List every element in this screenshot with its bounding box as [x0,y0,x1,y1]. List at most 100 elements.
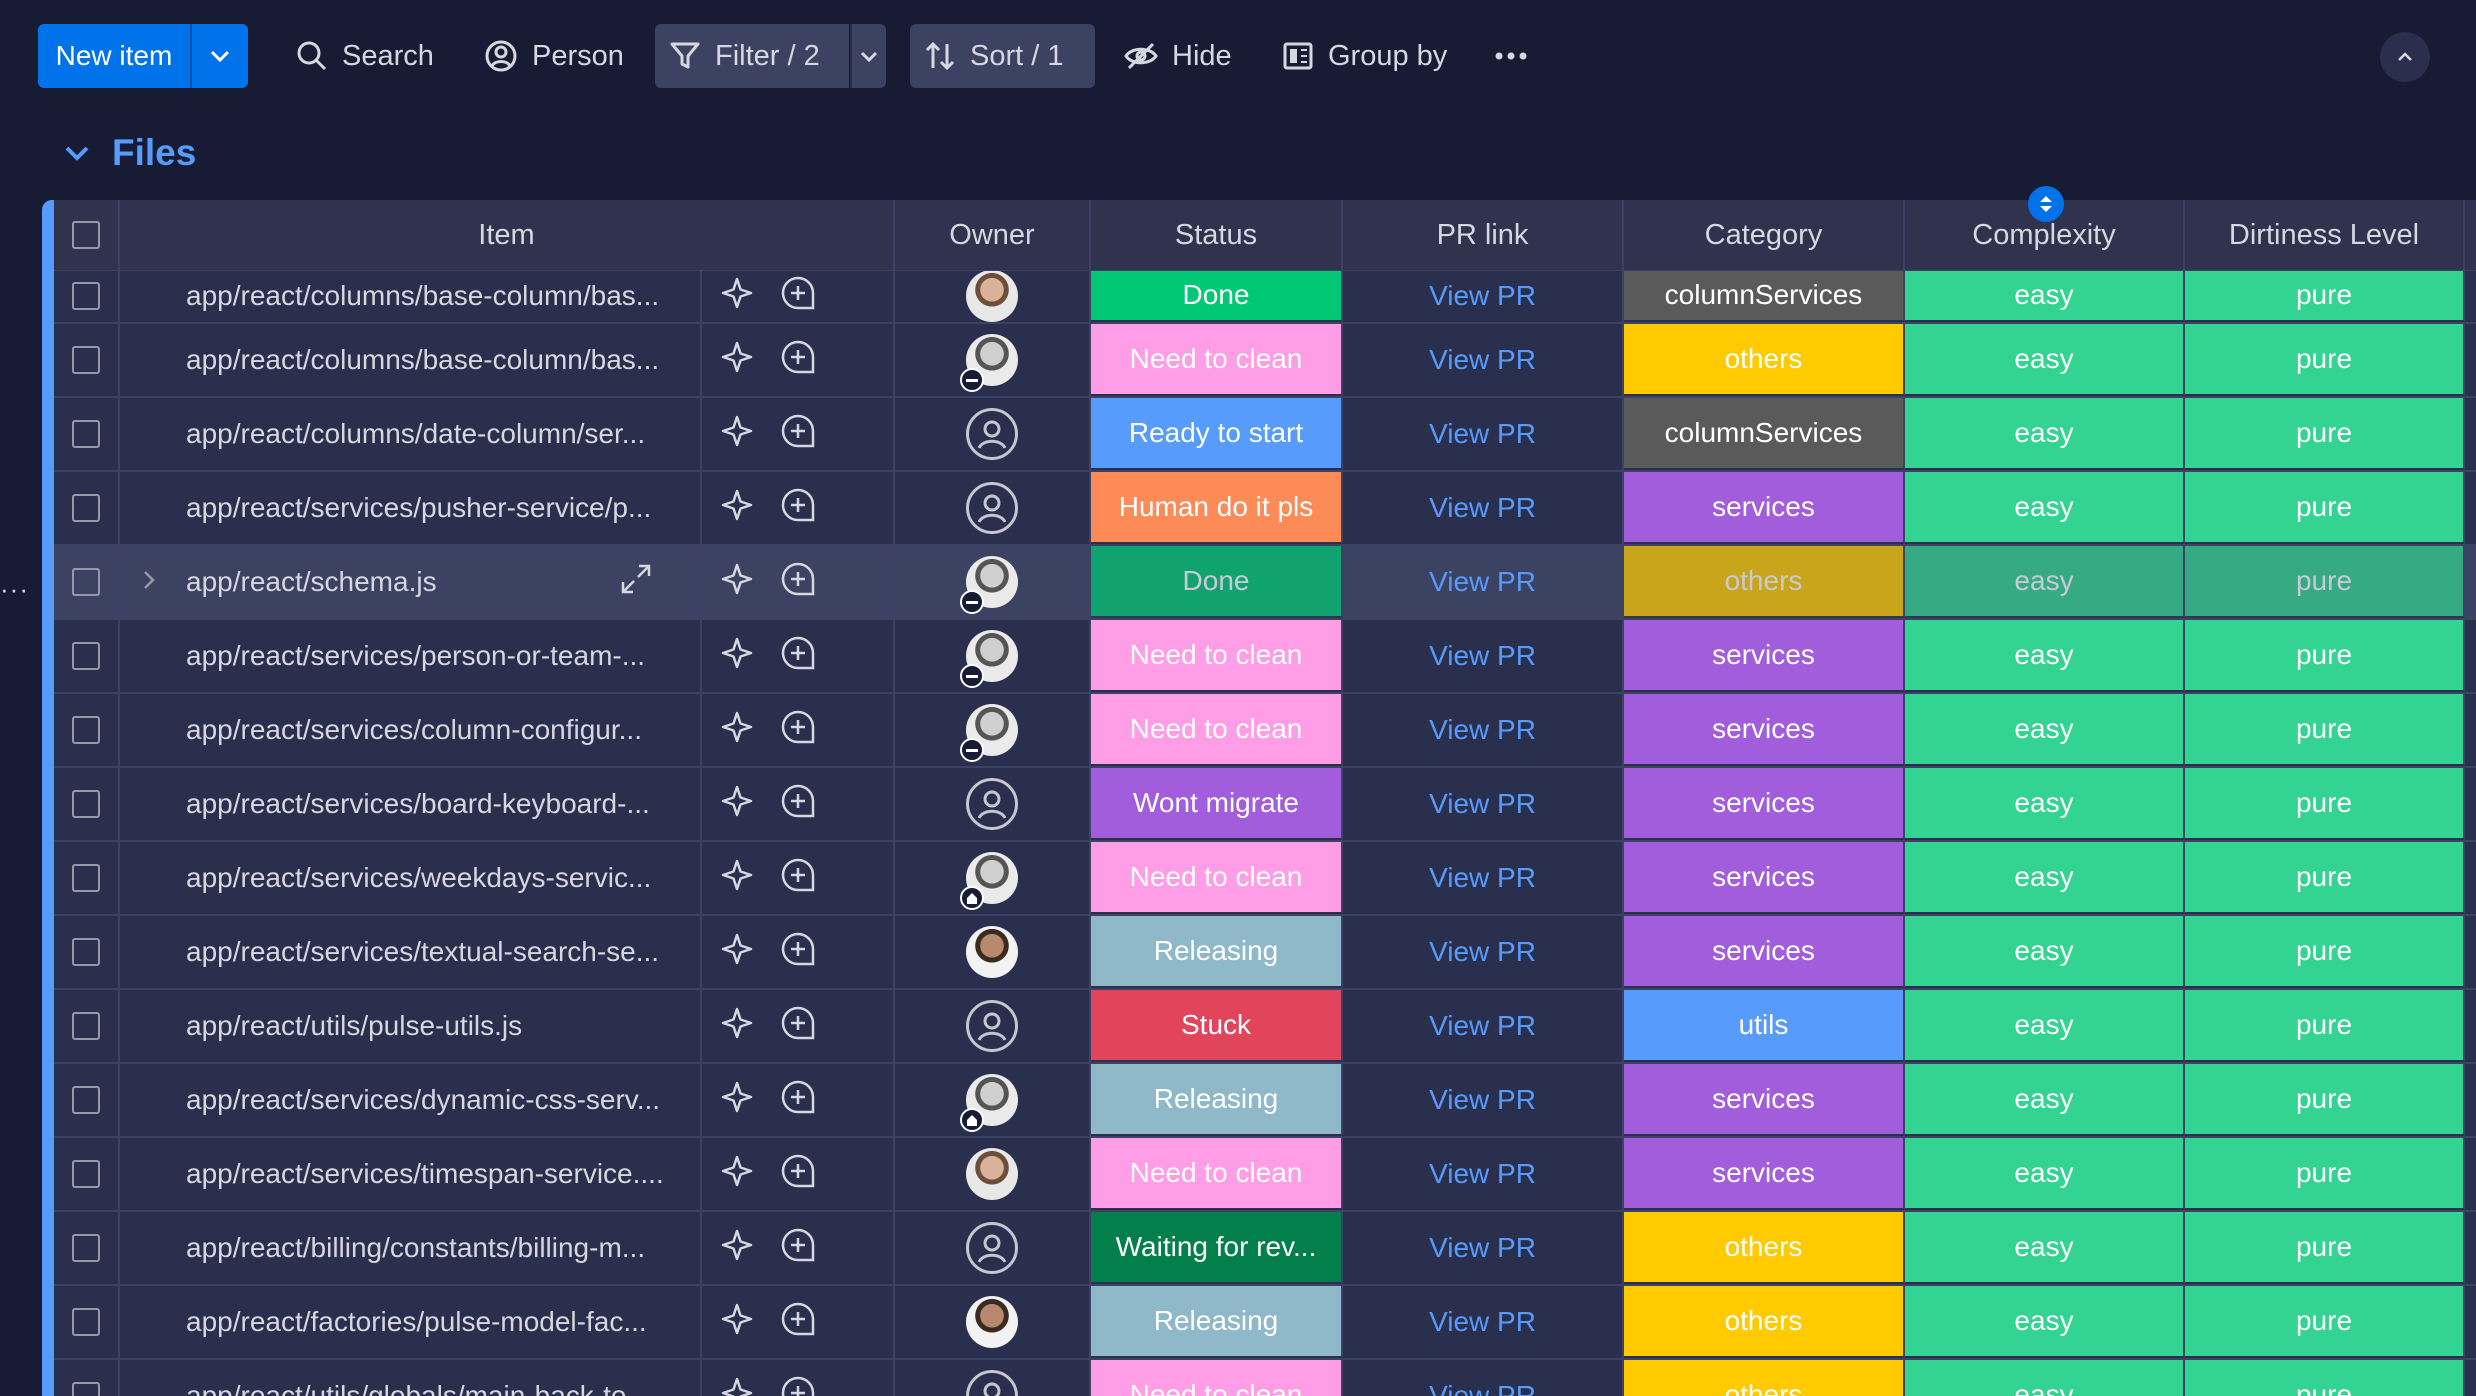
ai-sparkle-icon[interactable] [720,1228,754,1269]
dirtiness-level-cell[interactable]: pure [2185,270,2465,322]
owner-cell[interactable] [895,768,1091,840]
avatar[interactable] [966,1222,1018,1274]
complexity-cell[interactable]: easy [1905,694,2185,766]
pr-link[interactable]: View PR [1343,990,1624,1062]
table-row[interactable]: app/react/services/column-configur... Nee… [54,694,2476,768]
avatar[interactable] [966,1000,1018,1052]
pr-link[interactable]: View PR [1343,270,1624,322]
item-cell[interactable]: app/react/columns/date-column/ser... [120,398,895,470]
dirtiness-level-cell[interactable]: pure [2185,1064,2465,1136]
item-name[interactable]: app/react/services/weekdays-servic... [186,862,651,894]
row-checkbox[interactable] [72,1086,100,1114]
chevron-right-icon[interactable] [142,566,156,598]
row-checkbox[interactable] [72,642,100,670]
row-select-cell[interactable] [54,694,120,766]
dirtiness-level-cell[interactable]: pure [2185,694,2465,766]
category-cell[interactable]: services [1624,1064,1905,1136]
dirtiness-level-cell[interactable]: pure [2185,768,2465,840]
pr-link[interactable]: View PR [1343,398,1624,470]
pr-link[interactable]: View PR [1343,842,1624,914]
row-select-cell[interactable] [54,324,120,396]
sort-indicator-icon[interactable] [2028,186,2064,222]
item-name[interactable]: app/react/services/dynamic-css-serv... [186,1084,660,1116]
category-cell[interactable]: services [1624,842,1905,914]
avatar[interactable] [960,704,1018,762]
table-row[interactable]: app/react/utils/pulse-utils.js Stuck View … [54,990,2476,1064]
pr-link[interactable]: View PR [1343,916,1624,988]
dirtiness-level-cell[interactable]: pure [2185,1360,2465,1396]
table-row[interactable]: app/react/services/textual-search-se... R… [54,916,2476,990]
item-cell[interactable]: app/react/services/column-configur... [120,694,895,766]
table-row[interactable]: app/react/services/board-keyboard-... Won… [54,768,2476,842]
complexity-cell[interactable]: easy [1905,1138,2185,1210]
row-select-cell[interactable] [54,1212,120,1284]
ai-sparkle-icon[interactable] [720,414,754,455]
category-cell[interactable]: others [1624,1286,1905,1358]
item-name[interactable]: app/react/schema.js [186,566,437,598]
row-select-cell[interactable] [54,620,120,692]
table-row[interactable]: app/react/billing/constants/billing-m...… [54,1212,2476,1286]
dirtiness-level-cell[interactable]: pure [2185,916,2465,988]
ai-sparkle-icon[interactable] [720,1376,754,1396]
item-name[interactable]: app/react/factories/pulse-model-fac... [186,1306,647,1338]
avatar[interactable] [966,1148,1018,1200]
new-item-label[interactable]: New item [38,24,192,88]
owner-cell[interactable] [895,620,1091,692]
more-options-button[interactable] [1480,24,1542,88]
row-select-cell[interactable] [54,1360,120,1396]
category-cell[interactable]: services [1624,694,1905,766]
item-cell[interactable]: app/react/services/board-keyboard-... [120,768,895,840]
status-cell[interactable]: Releasing [1091,1286,1343,1358]
pr-link[interactable]: View PR [1343,1064,1624,1136]
pr-link[interactable]: View PR [1343,694,1624,766]
avatar[interactable] [966,778,1018,830]
item-name[interactable]: app/react/billing/constants/billing-m... [186,1232,645,1264]
item-name[interactable]: app/react/services/textual-search-se... [186,936,659,968]
status-cell[interactable]: Done [1091,270,1343,322]
status-cell[interactable]: Releasing [1091,916,1343,988]
add-update-icon[interactable] [780,857,816,900]
ai-sparkle-icon[interactable] [720,340,754,381]
item-cell[interactable]: app/react/utils/globals/main-back-to... [120,1360,895,1396]
complexity-cell[interactable]: easy [1905,916,2185,988]
ai-sparkle-icon[interactable] [720,1302,754,1343]
group-by-button[interactable]: Group by [1268,24,1461,88]
ai-sparkle-icon[interactable] [720,784,754,825]
dirtiness-level-cell[interactable]: pure [2185,324,2465,396]
item-cell[interactable]: app/react/columns/base-column/bas... [120,270,895,322]
item-name[interactable]: app/react/columns/base-column/bas... [186,280,659,312]
owner-cell[interactable] [895,1138,1091,1210]
row-checkbox[interactable] [72,346,100,374]
pr-link[interactable]: View PR [1343,620,1624,692]
column-header-status[interactable]: Status [1091,200,1343,270]
complexity-cell[interactable]: easy [1905,1286,2185,1358]
pr-link[interactable]: View PR [1343,472,1624,544]
owner-cell[interactable] [895,1360,1091,1396]
owner-cell[interactable] [895,1286,1091,1358]
owner-cell[interactable] [895,270,1091,322]
person-filter-button[interactable]: Person [470,24,638,88]
add-update-icon[interactable] [780,1079,816,1122]
avatar[interactable] [960,334,1018,392]
complexity-cell[interactable]: easy [1905,990,2185,1062]
add-update-icon[interactable] [780,487,816,530]
avatar[interactable] [966,1296,1018,1348]
status-cell[interactable]: Human do it pls [1091,472,1343,544]
owner-cell[interactable] [895,694,1091,766]
item-cell[interactable]: app/react/services/pusher-service/p... [120,472,895,544]
owner-cell[interactable] [895,1212,1091,1284]
owner-cell[interactable] [895,1064,1091,1136]
item-name[interactable]: app/react/columns/base-column/bas... [186,344,659,376]
category-cell[interactable]: services [1624,472,1905,544]
add-update-icon[interactable] [780,339,816,382]
row-checkbox[interactable] [72,1308,100,1336]
pr-link[interactable]: View PR [1343,1138,1624,1210]
ai-sparkle-icon[interactable] [720,562,754,603]
row-select-cell[interactable] [54,398,120,470]
status-cell[interactable]: Waiting for rev... [1091,1212,1343,1284]
complexity-cell[interactable]: easy [1905,1212,2185,1284]
dirtiness-level-cell[interactable]: pure [2185,472,2465,544]
category-cell[interactable]: others [1624,324,1905,396]
category-cell[interactable]: others [1624,546,1905,618]
owner-cell[interactable] [895,546,1091,618]
